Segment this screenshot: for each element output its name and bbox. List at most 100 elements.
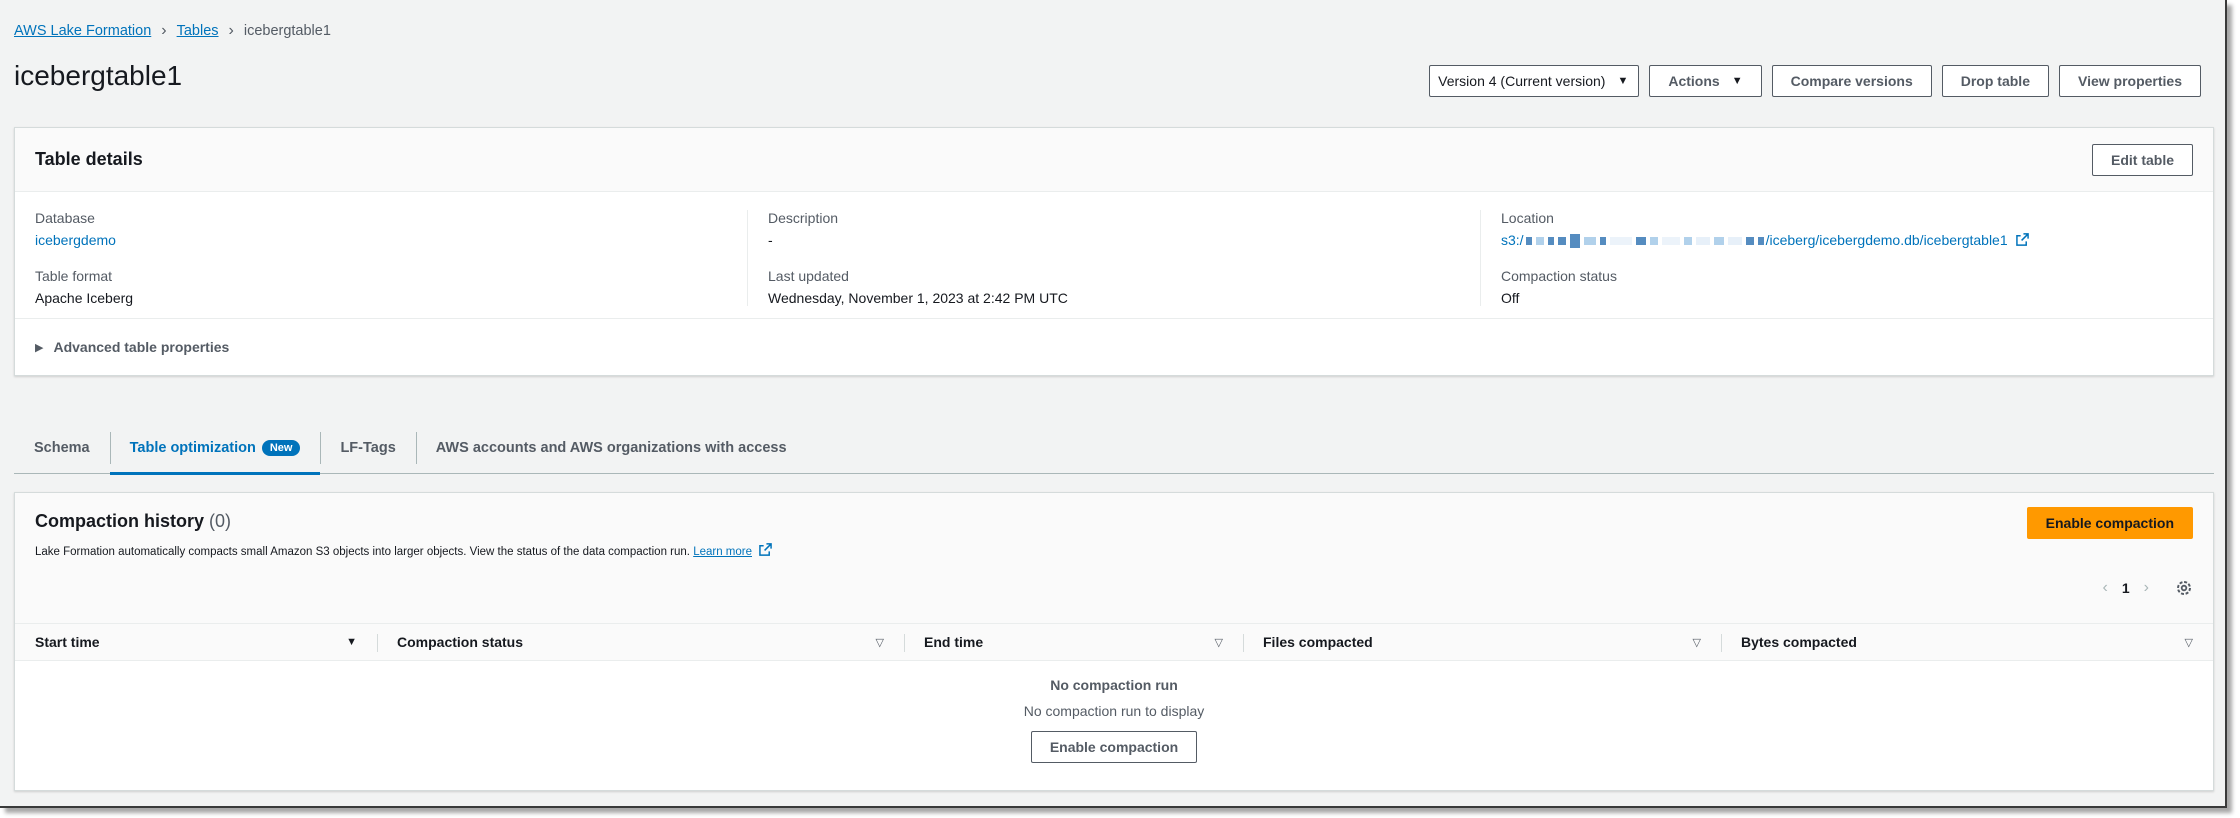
compaction-description-text: Lake Formation automatically compacts sm… xyxy=(35,546,690,558)
external-link-icon xyxy=(2015,233,2029,246)
breadcrumb-lake-formation[interactable]: AWS Lake Formation xyxy=(14,23,151,39)
table-format-label: Table format xyxy=(35,268,113,284)
edit-table-button[interactable]: Edit table xyxy=(2091,143,2193,176)
version-select-label: Version 4 (Current version) xyxy=(1438,73,1606,89)
tab-label: AWS accounts and AWS organizations with … xyxy=(435,440,787,456)
tab-schema[interactable]: Schema xyxy=(14,422,110,474)
empty-enable-compaction-button[interactable]: Enable compaction xyxy=(1030,731,1198,763)
column-end-time[interactable]: End time ▽ xyxy=(904,624,1243,660)
sort-icon[interactable]: ▽ xyxy=(876,636,884,649)
redacted-bucket xyxy=(1547,237,1554,246)
redacted-bucket xyxy=(1599,237,1606,246)
chevron-right-icon: › xyxy=(161,22,167,39)
column-label: Compaction status xyxy=(397,634,524,650)
column-label: Bytes compacted xyxy=(1741,634,1857,650)
caret-down-icon: ▼ xyxy=(1731,75,1743,87)
compaction-history-title-text: Compaction history xyxy=(35,511,205,531)
compaction-history-header: Compaction history (0) Lake Formation au… xyxy=(15,493,2213,623)
column-bytes-compacted[interactable]: Bytes compacted ▽ xyxy=(1721,624,2213,660)
breadcrumb-current: icebergtable1 xyxy=(243,23,331,39)
version-select[interactable]: Version 4 (Current version) ▼ xyxy=(1429,65,1640,97)
location-link[interactable]: s3:/ /iceberg/icebergdemo.db/icebergtable… xyxy=(1501,232,2193,249)
redacted-bucket xyxy=(1649,237,1658,246)
compaction-table-header: Start time ▼ Compaction status ▽ End tim… xyxy=(15,623,2213,661)
database-link[interactable]: icebergdemo xyxy=(35,232,727,248)
tab-table-optimization[interactable]: Table optimization New xyxy=(109,422,321,475)
empty-state-title: No compaction run xyxy=(1050,677,1178,693)
compaction-history-panel: Compaction history (0) Lake Formation au… xyxy=(14,492,2214,791)
learn-more-link[interactable]: Learn more xyxy=(693,546,752,558)
empty-state-subtitle: No compaction run to display xyxy=(1023,703,1205,719)
table-format-value: Apache Iceberg xyxy=(35,290,134,306)
last-updated-value: Wednesday, November 1, 2023 at 2:42 PM U… xyxy=(768,290,1068,306)
header-actions: Version 4 (Current version) ▼ Actions ▼ … xyxy=(1429,65,2201,97)
pagination: ‹ 1 › xyxy=(2103,579,2193,597)
chevron-right-icon: › xyxy=(228,22,234,39)
column-files-compacted[interactable]: Files compacted ▽ xyxy=(1243,624,1721,660)
drop-table-button[interactable]: Drop table xyxy=(1941,65,2049,97)
tab-label: Schema xyxy=(34,440,90,456)
redacted-bucket xyxy=(1695,237,1710,246)
location-suffix: /iceberg/icebergdemo.db/icebergtable1 xyxy=(1765,232,2008,248)
table-details-grid: Database icebergdemo Table format Apache… xyxy=(15,192,2213,320)
external-link-icon xyxy=(759,543,773,556)
table-details-header: Table details Edit table xyxy=(15,128,2213,192)
prev-page-icon[interactable]: ‹ xyxy=(2103,579,2108,597)
sort-descending-icon[interactable]: ▼ xyxy=(346,636,357,648)
caret-down-icon: ▼ xyxy=(1617,75,1629,87)
next-page-icon[interactable]: › xyxy=(2144,579,2149,597)
compare-versions-button[interactable]: Compare versions xyxy=(1771,65,1932,97)
compaction-description: Lake Formation automatically compacts sm… xyxy=(35,543,773,558)
database-label: Database xyxy=(35,210,95,226)
console-window: AWS Lake Formation › Tables › icebergtab… xyxy=(0,0,2227,808)
redacted-bucket xyxy=(1713,237,1724,246)
sort-icon[interactable]: ▽ xyxy=(2185,636,2193,649)
new-badge: New xyxy=(261,440,301,456)
actions-button[interactable]: Actions ▼ xyxy=(1649,65,1762,97)
column-label: End time xyxy=(924,634,984,650)
sort-icon[interactable]: ▽ xyxy=(1215,636,1223,649)
redacted-bucket xyxy=(1535,237,1544,246)
compaction-status-value: Off xyxy=(1501,290,1520,307)
redacted-bucket xyxy=(1745,237,1754,246)
tab-label: Table optimization xyxy=(129,440,256,456)
sort-icon[interactable]: ▽ xyxy=(1693,636,1701,649)
tab-lf-tags[interactable]: LF-Tags xyxy=(320,422,415,474)
compaction-history-title: Compaction history (0) xyxy=(35,511,231,532)
redacted-bucket xyxy=(1727,237,1742,246)
compaction-status-label: Compaction status xyxy=(1501,268,1617,285)
column-compaction-status[interactable]: Compaction status ▽ xyxy=(377,624,904,660)
location-prefix: s3:/ xyxy=(1501,232,1524,248)
breadcrumb-tables[interactable]: Tables xyxy=(177,23,219,39)
redacted-bucket xyxy=(1635,237,1646,246)
detail-tabs: Schema Table optimization New LF-Tags AW… xyxy=(14,422,2214,475)
redacted-bucket xyxy=(1609,237,1632,246)
redacted-bucket xyxy=(1757,237,1764,246)
actions-button-label: Actions xyxy=(1668,73,1720,89)
column-start-time[interactable]: Start time ▼ xyxy=(15,624,377,660)
enable-compaction-button[interactable]: Enable compaction xyxy=(2026,507,2193,539)
compaction-history-count: (0) xyxy=(209,511,232,531)
page-title: icebergtable1 xyxy=(14,60,183,91)
tab-label: LF-Tags xyxy=(340,440,396,456)
redacted-bucket xyxy=(1661,237,1680,246)
view-properties-button[interactable]: View properties xyxy=(2058,65,2201,97)
empty-state: No compaction run No compaction run to d… xyxy=(15,661,2213,763)
details-column-1: Database icebergdemo Table format Apache… xyxy=(15,210,747,306)
location-label: Location xyxy=(1501,210,1554,226)
redacted-bucket xyxy=(1569,234,1580,249)
redacted-bucket xyxy=(1525,237,1532,246)
column-label: Files compacted xyxy=(1263,634,1373,650)
last-updated-label: Last updated xyxy=(768,268,849,284)
advanced-properties-toggle[interactable]: ▶ Advanced table properties xyxy=(15,319,2213,375)
table-details-title: Table details xyxy=(35,149,143,169)
settings-gear-icon[interactable] xyxy=(2175,579,2193,597)
tab-accounts-access[interactable]: AWS accounts and AWS organizations with … xyxy=(415,422,807,474)
caret-right-icon: ▶ xyxy=(35,341,44,354)
page-number[interactable]: 1 xyxy=(2122,580,2130,596)
details-column-3: Location s3:/ /iceberg/icebergdemo.db/ice… xyxy=(1480,210,2213,307)
column-label: Start time xyxy=(35,634,100,650)
details-column-2: Description - Last updated Wednesday, No… xyxy=(747,210,1480,307)
breadcrumb: AWS Lake Formation › Tables › icebergtab… xyxy=(14,22,331,40)
table-details-panel: Table details Edit table Database iceber… xyxy=(14,127,2214,377)
